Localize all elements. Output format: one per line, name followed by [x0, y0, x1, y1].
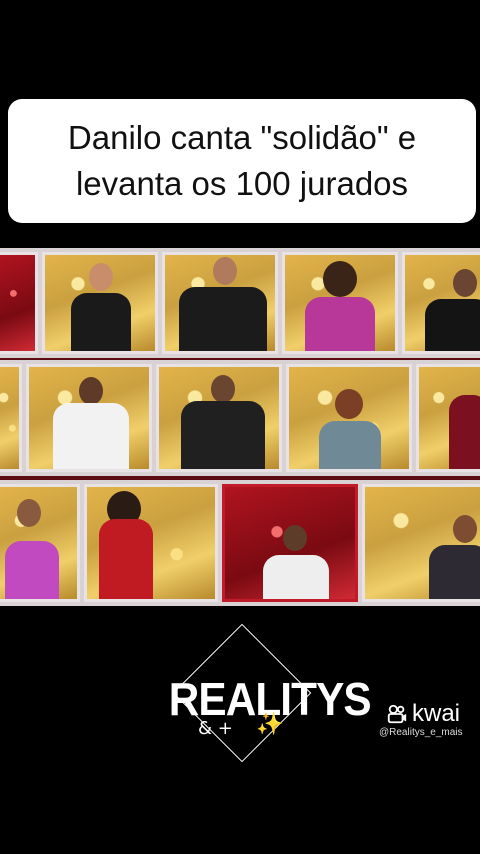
jury-panel	[0, 484, 80, 602]
brand-sub-mark: & +	[198, 718, 233, 739]
caption-line-1: Danilo canta "solidão" e	[67, 119, 417, 156]
caption-line-2: levanta os 100 jurados	[75, 165, 409, 202]
jury-panel	[26, 364, 152, 472]
jury-panel	[84, 484, 218, 602]
jury-panel	[156, 364, 282, 472]
account-handle: @Realitys_e_mais	[379, 727, 463, 738]
jury-panel	[222, 484, 358, 602]
video-frame[interactable]	[0, 248, 480, 606]
kwai-app-name: kwai	[412, 700, 461, 727]
jury-panel	[42, 252, 158, 354]
jury-panel	[402, 252, 480, 354]
kwai-icon	[387, 704, 407, 724]
jury-panel	[0, 252, 38, 354]
jury-panel	[0, 364, 22, 472]
caption-box: Danilo canta "solidão" e levanta os 100 …	[8, 99, 476, 223]
jury-panel	[286, 364, 412, 472]
jury-panel	[416, 364, 480, 472]
jury-row-1	[0, 248, 480, 358]
kwai-watermark: kwai	[386, 700, 460, 728]
jury-panel	[282, 252, 398, 354]
jury-row-2	[0, 360, 480, 476]
jury-row-3	[0, 480, 480, 606]
jury-panel	[362, 484, 480, 602]
sparkle-icon: ✨	[256, 712, 284, 737]
jury-panel	[162, 252, 278, 354]
